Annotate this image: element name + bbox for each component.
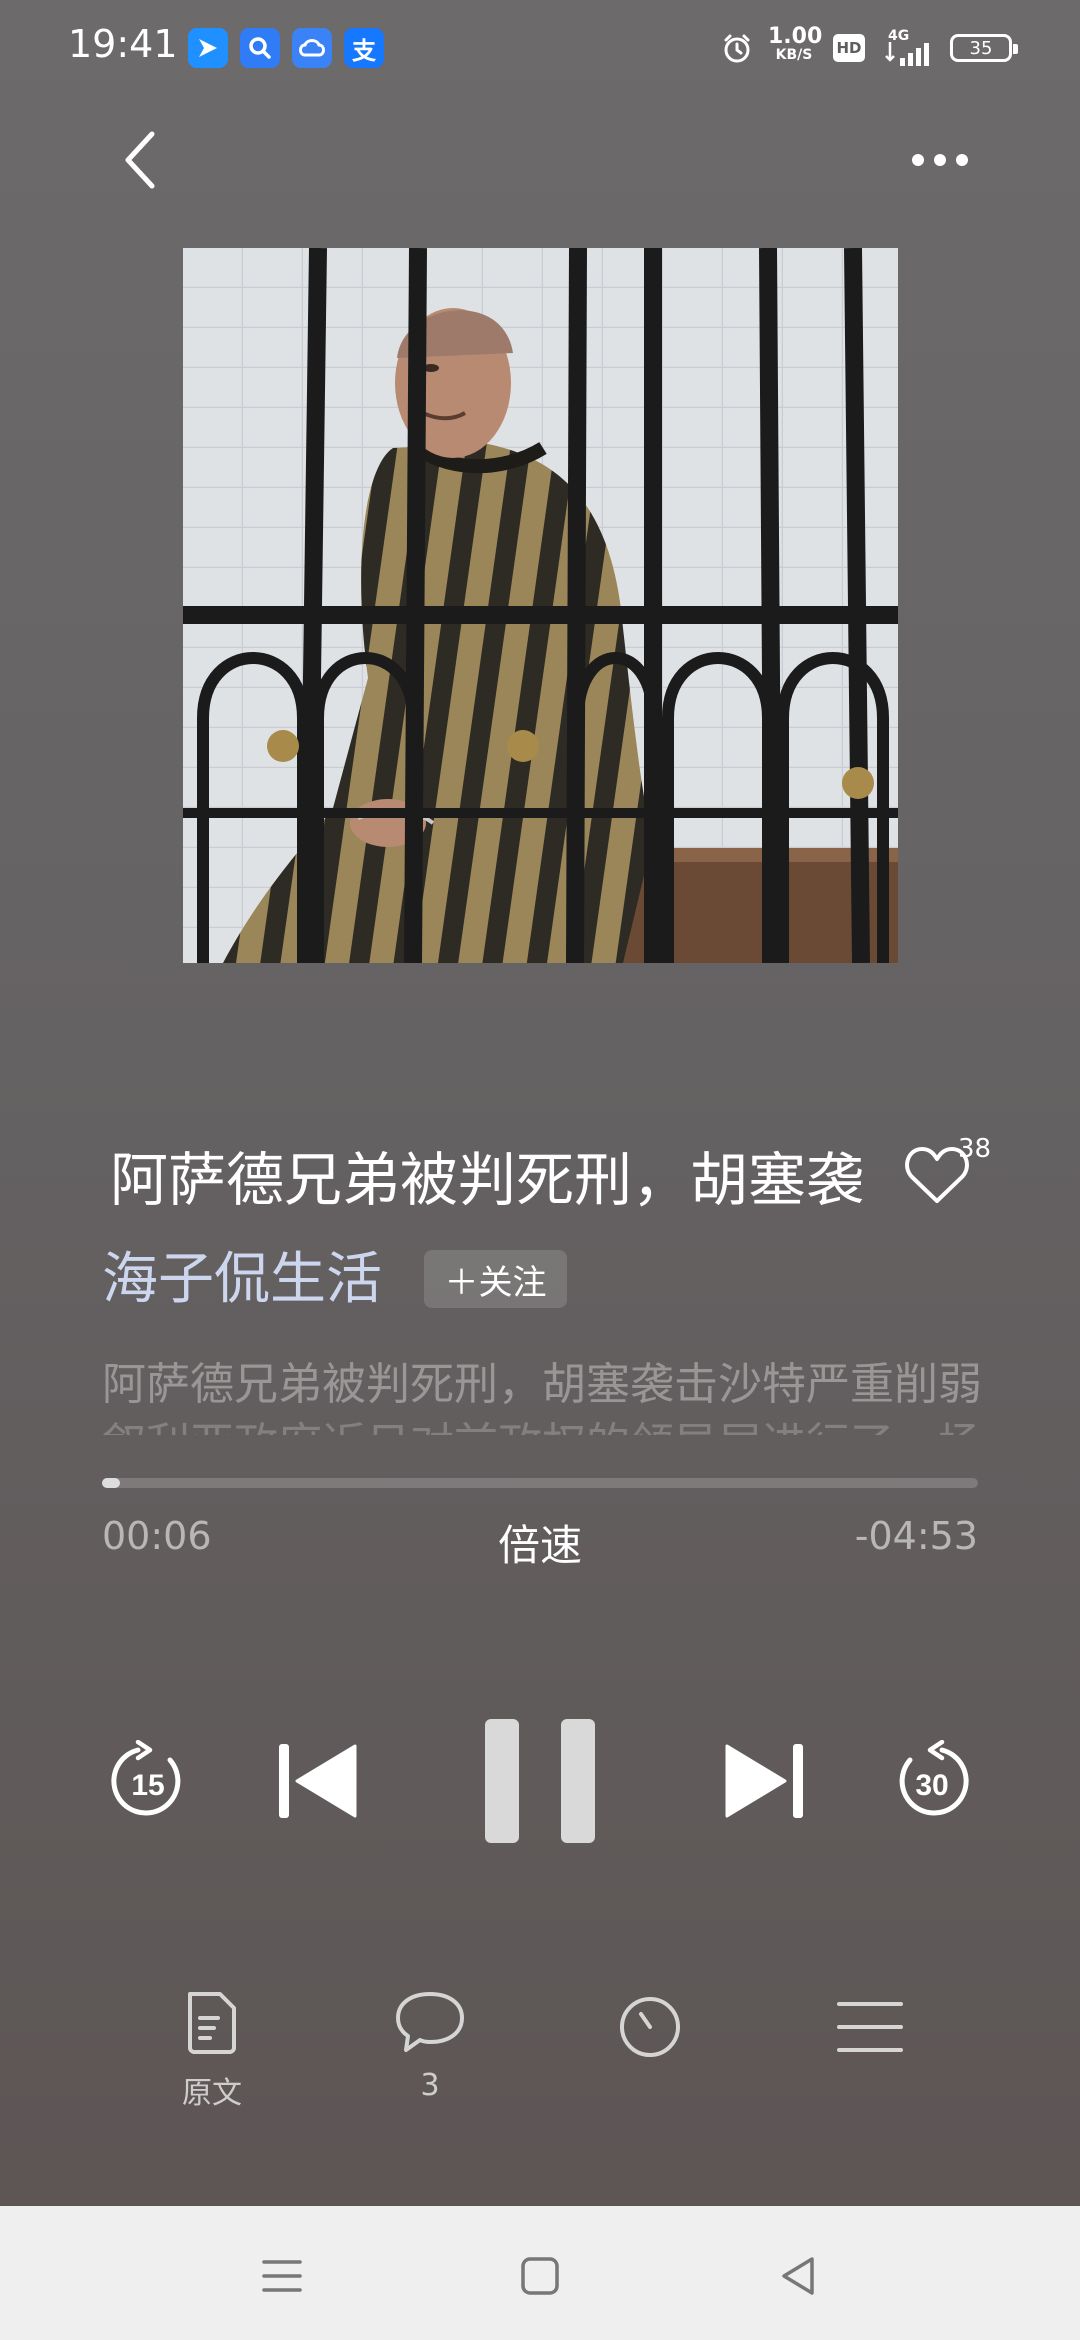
menu-icon	[262, 2260, 302, 2292]
status-time: 19:41	[68, 22, 178, 66]
author-name[interactable]: 海子侃生活	[102, 1244, 382, 1316]
rewind-15-button[interactable]: 15	[108, 1740, 188, 1820]
cover-image	[183, 248, 898, 963]
more-button[interactable]	[900, 130, 980, 190]
home-button[interactable]	[500, 2236, 580, 2316]
track-title: 阿萨德兄弟被判死刑，胡塞袭	[110, 1146, 865, 1214]
rewind-icon: 15	[111, 1740, 181, 1816]
rewind-seconds: 15	[131, 1769, 164, 1802]
summary-text: 阿萨德兄弟被判死刑，胡塞袭击沙特严重削弱 叙利亚政府近日对前政权的领导层进行了一…	[102, 1355, 982, 1435]
original-text-label: 原文	[182, 2076, 242, 2111]
system-navigation-bar	[0, 2206, 1080, 2340]
chevron-left-icon	[125, 131, 155, 189]
next-track-button[interactable]	[720, 1740, 810, 1822]
current-time: 00:06	[102, 1514, 212, 1558]
comments-button[interactable]: 3	[360, 1990, 500, 2103]
skip-next-icon	[725, 1744, 803, 1818]
summary-line-2: 叙利亚政府近日对前政权的领导层进行了一场	[102, 1415, 982, 1435]
forward-icon: 30	[899, 1740, 969, 1816]
comments-count: 3	[420, 2068, 440, 2103]
playlist-button[interactable]	[800, 2000, 940, 2058]
follow-button[interactable]: ＋关注	[424, 1250, 567, 1308]
playback-speed-button[interactable]: 倍速	[470, 1512, 610, 1573]
alarm-icon	[724, 34, 750, 63]
back-triangle-icon	[782, 2257, 814, 2295]
arrow-app-icon	[188, 28, 228, 68]
signal-icon: 4G	[884, 28, 940, 68]
remaining-time: -04:53	[854, 1514, 978, 1558]
system-back-button[interactable]	[758, 2236, 838, 2316]
timer-button[interactable]	[580, 1994, 720, 2064]
pause-button[interactable]	[480, 1716, 600, 1846]
like-count: 38	[958, 1134, 992, 1164]
skip-previous-icon	[279, 1744, 357, 1818]
forward-seconds: 30	[915, 1769, 948, 1802]
recent-apps-button[interactable]	[242, 2236, 322, 2316]
cloud-app-icon	[292, 28, 332, 68]
summary-line-1: 阿萨德兄弟被判死刑，胡塞袭击沙特严重削弱	[102, 1359, 982, 1410]
playlist-icon	[837, 2002, 903, 2052]
progress-slider[interactable]	[102, 1478, 978, 1488]
status-bar: 19:41 支 1.00 KB/S HD 4G 35	[0, 0, 1080, 96]
timer-icon	[620, 1997, 680, 2057]
more-dots-icon	[912, 154, 968, 166]
back-button[interactable]	[110, 120, 170, 200]
progress-fill	[102, 1478, 120, 1488]
original-text-button[interactable]: 原文	[142, 1990, 282, 2112]
pause-icon	[485, 1719, 595, 1843]
forward-30-button[interactable]: 30	[892, 1740, 972, 1820]
comment-icon	[396, 1992, 464, 2052]
hd-badge: HD	[833, 34, 865, 62]
alipay-app-icon: 支	[344, 28, 384, 68]
alipay-glyph: 支	[352, 36, 376, 65]
document-icon	[188, 1992, 236, 2054]
net-speed-unit: KB/S	[775, 47, 813, 63]
net-speed-value: 1.00	[768, 24, 823, 49]
battery-indicator: 35	[950, 34, 1018, 62]
net-speed: 1.00 KB/S	[768, 24, 823, 63]
home-square-icon	[521, 2257, 559, 2295]
search-app-icon	[240, 28, 280, 68]
previous-track-button[interactable]	[272, 1740, 362, 1822]
